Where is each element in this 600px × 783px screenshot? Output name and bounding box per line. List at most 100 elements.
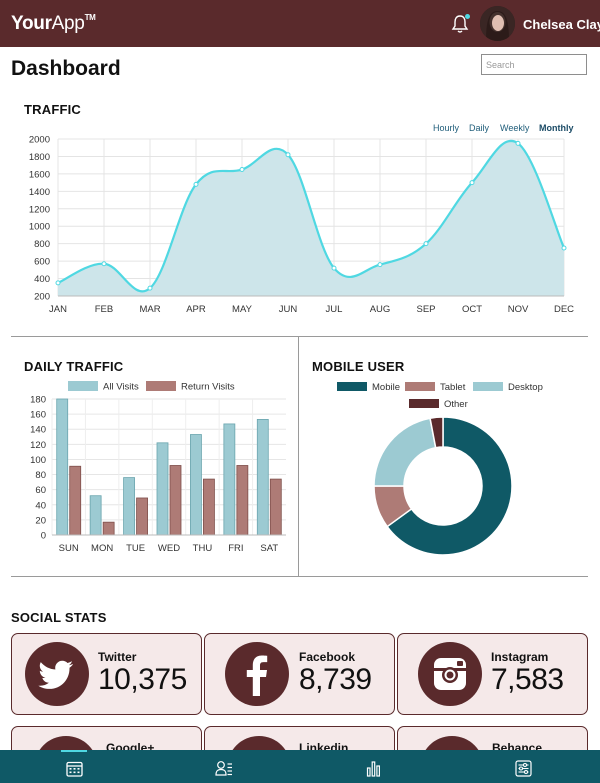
donut-slice — [373, 417, 437, 487]
user-name[interactable]: Chelsea Clay — [523, 17, 600, 32]
x-tick-label: TUE — [126, 543, 145, 554]
facebook-icon — [225, 642, 289, 706]
bar — [256, 419, 269, 536]
mobile-user-title: MOBILE USER — [312, 359, 405, 374]
x-tick-label: NOV — [508, 304, 529, 315]
y-tick-label: 40 — [35, 500, 46, 511]
legend-label: Desktop — [508, 382, 543, 393]
legend-label: All Visits — [103, 382, 139, 393]
data-point — [285, 152, 291, 158]
x-tick-label: WED — [158, 543, 180, 554]
y-tick-label: 200 — [34, 292, 50, 303]
card-count: 8,739 — [299, 663, 372, 696]
bar — [190, 434, 202, 536]
data-point — [101, 261, 107, 267]
bar-chart-icon[interactable] — [366, 760, 381, 777]
nav-active-indicator — [61, 750, 87, 752]
x-tick-label: SEP — [416, 304, 435, 315]
bar — [69, 465, 82, 536]
traffic-title: TRAFFIC — [24, 102, 81, 117]
x-tick-label: JUN — [279, 304, 298, 315]
card-name: Twitter — [98, 650, 137, 664]
data-point — [423, 241, 429, 247]
data-point — [377, 262, 383, 268]
social-card-facebook[interactable]: Facebook 8,739 — [204, 633, 395, 715]
contacts-icon[interactable] — [215, 760, 233, 777]
x-tick-label: OCT — [462, 304, 482, 315]
data-point — [331, 265, 337, 271]
bar — [236, 465, 249, 536]
bar — [223, 423, 236, 536]
twitter-icon — [25, 642, 89, 706]
traffic-chart: 200 400 600 800 1000 1200 1400 1600 1800 2000 JAN F… — [29, 135, 574, 316]
data-point — [55, 280, 61, 286]
x-tick-label: DEC — [554, 304, 574, 315]
bar — [156, 442, 169, 536]
y-tick-label: 400 — [34, 274, 50, 285]
page-title: Dashboard — [11, 57, 121, 80]
bar — [269, 478, 282, 536]
y-tick-label: 1600 — [29, 169, 50, 180]
y-tick-label: 1000 — [29, 222, 50, 233]
x-tick-label: SAT — [260, 543, 278, 554]
bar — [102, 521, 115, 536]
traffic-area — [58, 140, 564, 296]
settings-sliders-icon[interactable] — [515, 760, 532, 777]
bottom-nav — [0, 750, 600, 783]
calendar-icon[interactable] — [66, 761, 83, 777]
y-tick-label: 0 — [41, 531, 46, 542]
y-tick-label: 160 — [30, 410, 46, 421]
card-count: 7,583 — [491, 663, 564, 696]
social-card-twitter[interactable]: Twitter 10,375 — [11, 633, 202, 715]
legend-label: Tablet — [440, 382, 466, 393]
card-count: 10,375 — [98, 663, 187, 696]
y-tick-label: 100 — [30, 455, 46, 466]
section-divider — [11, 576, 588, 577]
y-tick-label: 140 — [30, 425, 46, 436]
daily-traffic-title: DAILY TRAFFIC — [24, 359, 124, 374]
data-point — [561, 245, 567, 251]
user-avatar[interactable] — [480, 6, 515, 41]
data-point — [469, 180, 475, 186]
y-tick-label: 60 — [35, 485, 46, 496]
y-tick-label: 120 — [30, 440, 46, 451]
search-input[interactable] — [481, 54, 587, 75]
x-tick-label: JAN — [49, 304, 67, 315]
bar — [89, 495, 102, 536]
x-tick-label: MAY — [232, 304, 253, 315]
section-divider — [11, 336, 588, 337]
bar — [136, 497, 148, 536]
y-tick-label: 80 — [35, 470, 46, 481]
social-stats-title: SOCIAL STATS — [11, 610, 107, 625]
x-tick-label: MAR — [139, 304, 160, 315]
x-tick-label: APR — [186, 304, 206, 315]
legend-swatch — [409, 399, 439, 408]
social-card-instagram[interactable]: Instagram 7,583 — [397, 633, 588, 715]
bar — [169, 465, 182, 536]
x-tick-label: SUN — [59, 543, 79, 554]
bar — [203, 478, 215, 536]
y-tick-label: 180 — [30, 395, 46, 406]
legend-swatch — [337, 382, 367, 391]
x-tick-label: THU — [193, 543, 213, 554]
bar — [56, 398, 69, 536]
x-tick-label: AUG — [370, 304, 391, 315]
y-tick-label: 20 — [35, 515, 46, 526]
y-tick-label: 1200 — [29, 204, 50, 215]
legend-label: Return Visits — [181, 382, 235, 393]
y-tick-label: 800 — [34, 239, 50, 250]
app-logo[interactable]: YourAppTM — [11, 13, 96, 35]
legend-swatch — [405, 382, 435, 391]
y-tick-label: 1800 — [29, 152, 50, 163]
notification-dot — [465, 14, 470, 19]
card-name: Facebook — [299, 650, 356, 664]
bar — [123, 477, 135, 536]
card-name: Instagram — [491, 650, 549, 664]
legend-label: Mobile — [372, 382, 400, 393]
y-tick-label: 1400 — [29, 187, 50, 198]
legend-label: Other — [444, 399, 468, 410]
y-tick-label: 2000 — [29, 135, 50, 146]
legend-swatch — [146, 381, 176, 391]
data-point — [193, 181, 199, 187]
data-point — [515, 140, 521, 146]
